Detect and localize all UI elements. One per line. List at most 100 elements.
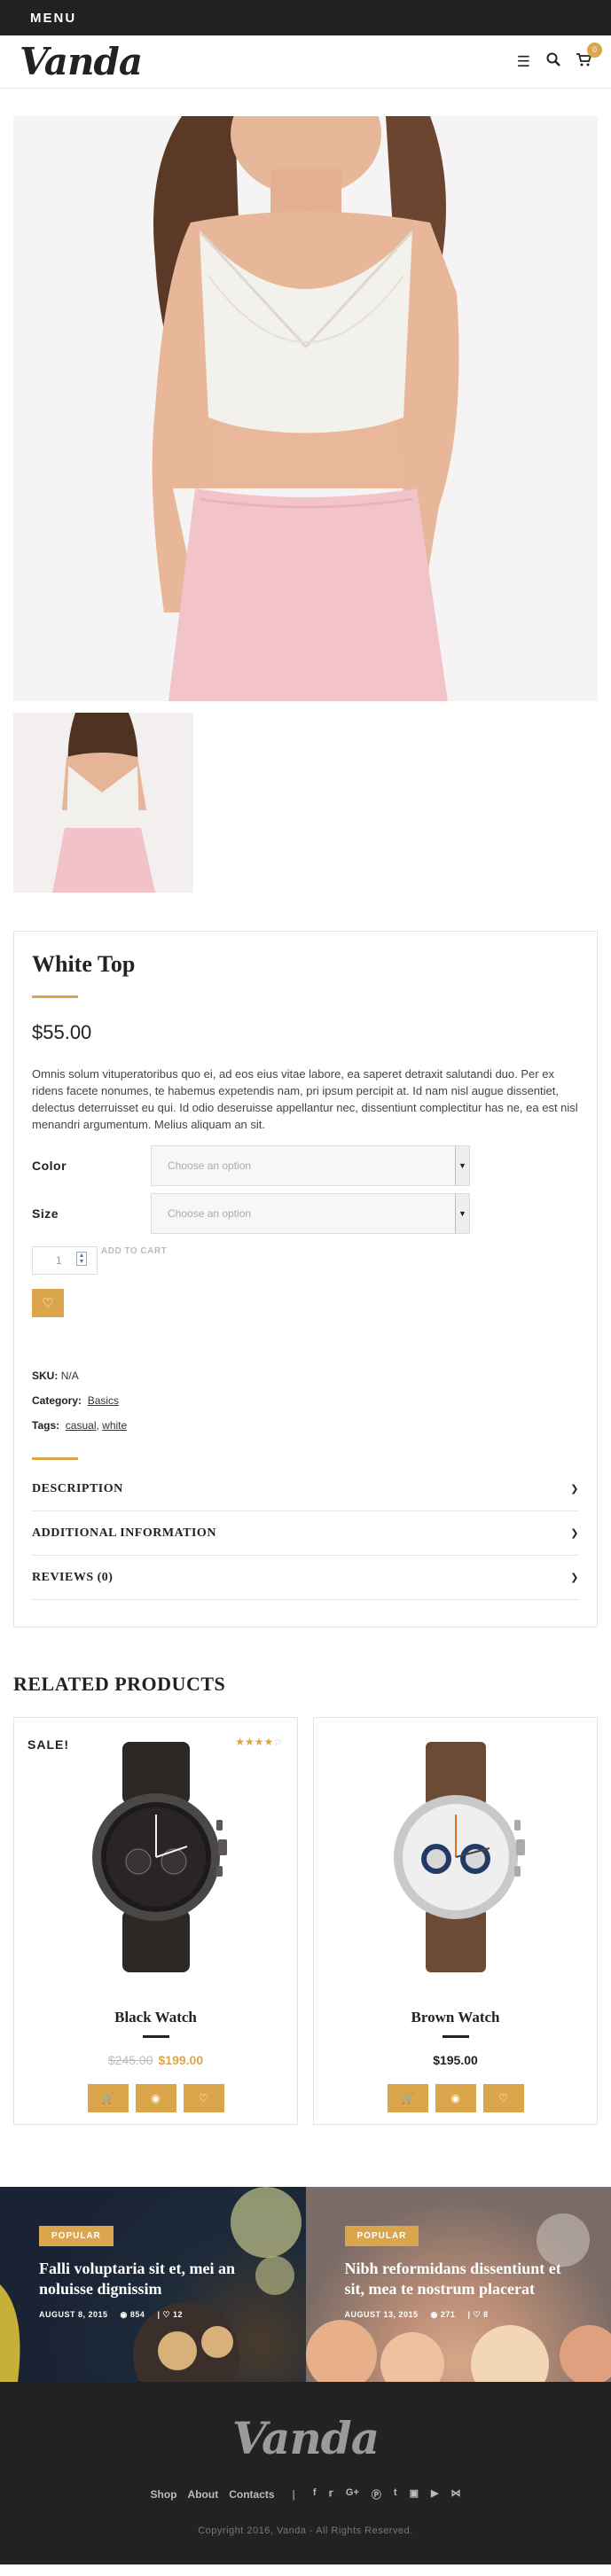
product-title: White Top <box>32 951 136 977</box>
pinterest-icon[interactable]: Ⓟ <box>372 2487 381 2502</box>
hamburger-icon[interactable]: ☰ <box>517 53 530 71</box>
related-products-grid: SALE! ★★★★☆ Black Watch $245.00 $199.00 🛒… <box>13 1717 598 2125</box>
chevron-down-icon[interactable]: ▼ <box>455 1146 469 1185</box>
sale-badge: SALE! <box>27 1737 69 1752</box>
cart-icon: 🛒 <box>87 2084 129 2112</box>
wishlist-button[interactable]: ♡ <box>482 2084 524 2112</box>
chevron-down-icon: ❯ <box>570 1483 579 1495</box>
color-select[interactable]: Choose an option ▼ <box>151 1145 470 1186</box>
color-select-placeholder: Choose an option <box>168 1159 252 1172</box>
size-select-placeholder: Choose an option <box>168 1207 252 1220</box>
blog-post-tile[interactable]: POPULAR Nibh reformidans dissentiunt et … <box>305 2187 611 2382</box>
sale-price: $199.00 <box>158 2053 204 2067</box>
blog-title[interactable]: Falli voluptaria sit et, mei an noluisse… <box>39 2259 261 2299</box>
product-card-brown-watch[interactable]: Brown Watch $195.00 🛒 ◉ ♡ <box>313 1717 598 2125</box>
accordion-reviews[interactable]: REVIEWS (0) ❯ <box>32 1556 579 1600</box>
product-price: $195.00 <box>433 2053 478 2067</box>
blog-meta: AUGUST 8, 2015 ◉ 854 | ♡ 12 <box>39 2310 184 2319</box>
footer-logo[interactable]: Vanda <box>232 2412 380 2464</box>
sku-value: N/A <box>60 1370 79 1382</box>
site-header: Vanda ☰ 0 <box>0 35 611 89</box>
blog-strip: POPULAR Falli voluptaria sit et, mei an … <box>0 2187 611 2382</box>
add-to-cart-button[interactable]: 🛒 <box>87 2084 129 2112</box>
category-label: Category: <box>32 1394 82 1407</box>
wishlist-button[interactable]: ♡ <box>183 2084 224 2112</box>
footer-link-about[interactable]: About <box>188 2488 219 2501</box>
product-summary: White Top $55.00 Omnis solum vituperator… <box>13 931 598 1628</box>
nav-separator: | <box>292 2488 295 2501</box>
tag-link-casual[interactable]: casual <box>66 1419 97 1432</box>
popular-badge: POPULAR <box>344 2226 419 2246</box>
title-divider <box>32 995 78 998</box>
footer-link-contacts[interactable]: Contacts <box>229 2488 274 2501</box>
tumblr-icon[interactable]: t <box>394 2487 397 2502</box>
quick-view-button[interactable]: ◉ <box>135 2084 176 2112</box>
search-icon[interactable] <box>546 52 560 71</box>
product-main-image[interactable] <box>13 116 598 701</box>
like-count: 12 <box>173 2310 184 2319</box>
wishlist-button[interactable]: ♡ <box>32 1289 64 1317</box>
tags-label: Tags: <box>32 1419 60 1432</box>
name-divider <box>442 2035 469 2038</box>
add-to-cart-button[interactable]: ADD TO CART <box>101 1246 167 1256</box>
eye-icon: ◉ <box>120 2310 128 2319</box>
facebook-icon[interactable]: f <box>313 2487 317 2502</box>
like-count: 8 <box>483 2310 489 2319</box>
product-name[interactable]: Black Watch <box>114 2009 197 2026</box>
size-select[interactable]: Choose an option ▼ <box>151 1193 470 1234</box>
heart-icon: ♡ <box>482 2084 524 2112</box>
add-to-cart-button[interactable]: 🛒 <box>387 2084 428 2112</box>
menu-bar[interactable]: MENU <box>0 0 611 35</box>
related-products-title: RELATED PRODUCTS <box>13 1673 226 1695</box>
rating-stars: ★★★★☆ <box>235 1736 283 1748</box>
instagram-icon[interactable]: ▣ <box>410 2487 419 2502</box>
color-label: Color <box>32 1159 67 1173</box>
product-meta: SKU: N/A Category: Basics Tags: casual, … <box>32 1370 128 1432</box>
category-link[interactable]: Basics <box>88 1394 119 1407</box>
name-divider <box>142 2035 169 2038</box>
product-description: Omnis solum vituperatoribus quo ei, ad e… <box>32 1067 578 1131</box>
quantity-value: 1 <box>56 1254 62 1267</box>
quantity-stepper[interactable]: 1 ▲ ▼ <box>32 1246 98 1275</box>
youtube-icon[interactable]: ▶ <box>431 2487 438 2502</box>
sku-label: SKU: <box>32 1370 59 1382</box>
accordion-label: REVIEWS (0) <box>32 1570 114 1584</box>
heart-icon: ♡ <box>42 1296 54 1311</box>
cart-icon[interactable]: 0 <box>576 42 602 71</box>
old-price: $245.00 <box>107 2053 153 2067</box>
blog-title[interactable]: Nibh reformidans dissentiunt et sit, mea… <box>345 2259 567 2299</box>
accordion-description[interactable]: DESCRIPTION ❯ <box>32 1467 579 1511</box>
accordion-label: ADDITIONAL INFORMATION <box>32 1526 216 1540</box>
menu-label[interactable]: MENU <box>30 11 76 26</box>
product-card-black-watch[interactable]: SALE! ★★★★☆ Black Watch $245.00 $199.00 🛒… <box>13 1717 298 2125</box>
footer-link-shop[interactable]: Shop <box>151 2488 177 2501</box>
meta-divider <box>32 1457 78 1460</box>
chevron-down-icon[interactable]: ▼ <box>455 1194 469 1233</box>
tag-link-white[interactable]: white <box>102 1419 127 1432</box>
stepper-arrows-icon[interactable]: ▲ ▼ <box>76 1252 87 1266</box>
eye-icon: ◉ <box>435 2084 476 2112</box>
product-thumbnail[interactable] <box>13 713 193 893</box>
product-name[interactable]: Brown Watch <box>411 2009 500 2026</box>
social-links: f 𝕣 G+ Ⓟ t ▣ ▶ ⋈ <box>313 2487 461 2502</box>
blog-meta: AUGUST 13, 2015 ◉ 271 | ♡ 8 <box>344 2310 489 2319</box>
accordion-label: DESCRIPTION <box>32 1481 123 1495</box>
quick-view-button[interactable]: ◉ <box>435 2084 476 2112</box>
black-watch-image[interactable] <box>67 1742 245 1972</box>
heart-icon: ♡ <box>183 2084 224 2112</box>
rss-icon[interactable]: ⋈ <box>450 2487 460 2502</box>
site-footer: Vanda Shop About Contacts | f 𝕣 G+ Ⓟ t ▣… <box>0 2382 611 2564</box>
blog-post-tile[interactable]: POPULAR Falli voluptaria sit et, mei an … <box>0 2187 306 2382</box>
site-logo[interactable]: Vanda <box>20 43 143 81</box>
cart-icon: 🛒 <box>387 2084 428 2112</box>
brown-watch-image[interactable] <box>367 1742 544 1972</box>
google-plus-icon[interactable]: G+ <box>346 2487 359 2502</box>
cart-count-badge: 0 <box>587 42 602 58</box>
twitter-icon[interactable]: 𝕣 <box>329 2487 333 2502</box>
size-label: Size <box>32 1206 59 1221</box>
chevron-down-icon: ❯ <box>570 1527 579 1539</box>
accordion-additional-info[interactable]: ADDITIONAL INFORMATION ❯ <box>32 1511 579 1556</box>
blog-date: AUGUST 13, 2015 <box>344 2310 419 2319</box>
blog-date: AUGUST 8, 2015 <box>39 2310 108 2319</box>
product-accordion: DESCRIPTION ❯ ADDITIONAL INFORMATION ❯ REV… <box>32 1467 579 1600</box>
